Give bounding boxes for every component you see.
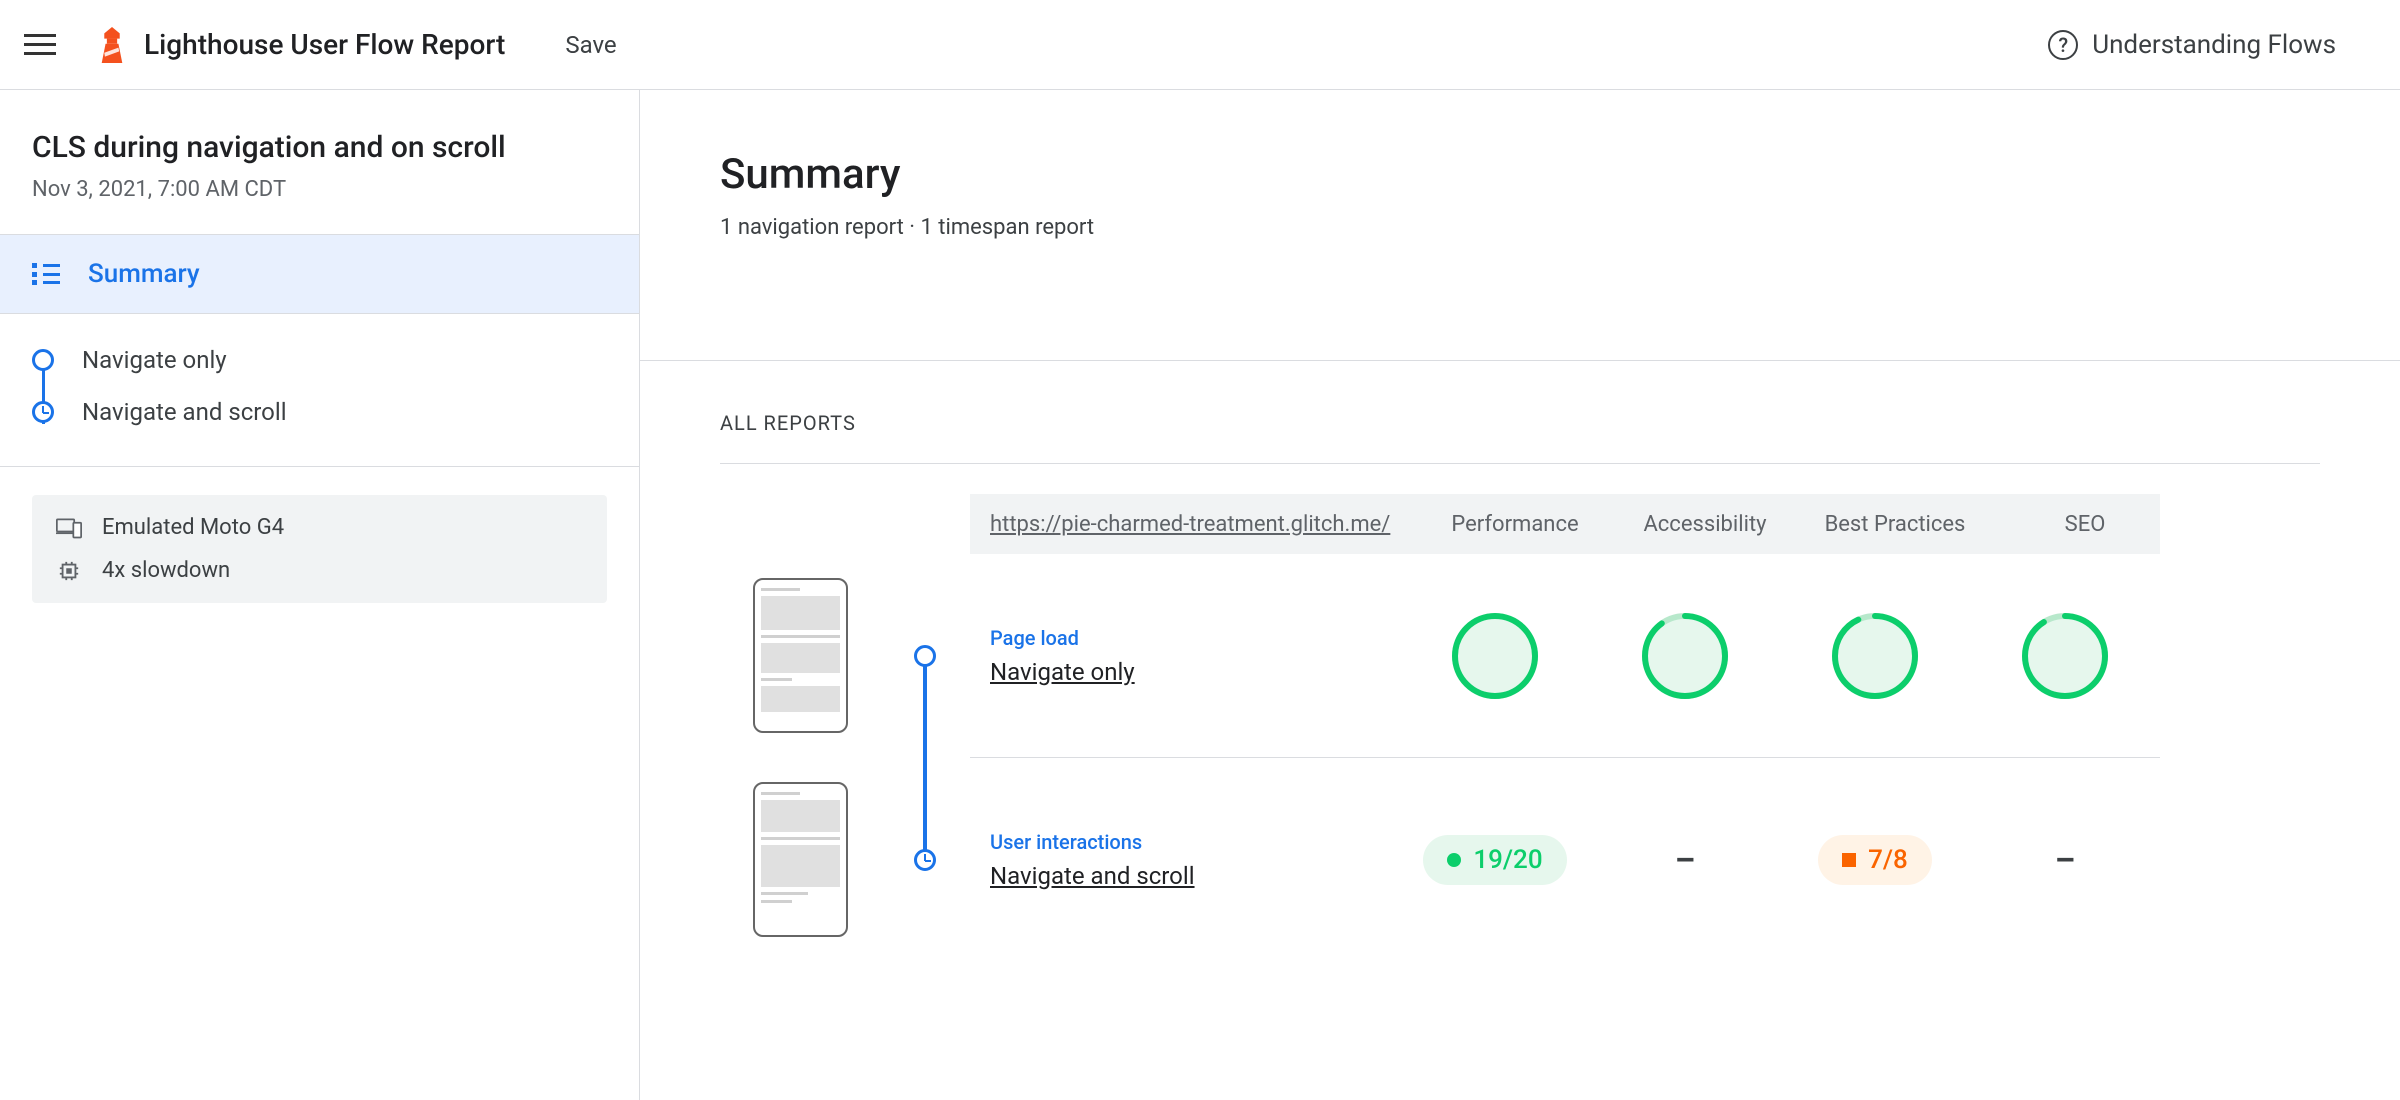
device-icon (56, 517, 82, 539)
sidebar-item-summary[interactable]: Summary (0, 235, 639, 314)
score-accessibility: – (1590, 817, 1780, 903)
topbar: Lighthouse User Flow Report Save ? Under… (0, 0, 2400, 90)
timespan-step-icon (32, 401, 54, 423)
step-type-label: User interactions (990, 830, 1400, 854)
report-url-link[interactable]: https://pie-charmed-treatment.glitch.me/ (990, 512, 1420, 537)
all-reports-heading: ALL REPORTS (720, 411, 2320, 435)
gauge-seo[interactable]: 91 (1970, 587, 2160, 725)
col-performance: Performance (1420, 512, 1610, 537)
page-subtitle: 1 navigation report · 1 timespan report (720, 215, 2320, 240)
sidebar-step-navigate-only[interactable]: Navigate only (32, 334, 639, 386)
page-title: Summary (720, 150, 2320, 199)
app-title: Lighthouse User Flow Report (144, 28, 505, 61)
step-name-link[interactable]: Navigate and scroll (990, 862, 1400, 890)
fraction-best-practices[interactable]: 7/8 (1780, 811, 1970, 909)
sidebar-header: CLS during navigation and on scroll Nov … (0, 90, 639, 235)
screenshot-thumbnail (753, 782, 848, 937)
step-type-label: Page load (990, 626, 1400, 650)
sidebar-step-navigate-and-scroll[interactable]: Navigate and scroll (32, 386, 639, 438)
step-label: Navigate only (82, 346, 227, 374)
navigation-step-icon (32, 349, 54, 371)
lighthouse-logo-icon (96, 27, 128, 63)
summary-list-icon (32, 263, 60, 285)
col-best-practices: Best Practices (1800, 512, 1990, 537)
col-accessibility: Accessibility (1610, 512, 1800, 537)
help-label: Understanding Flows (2092, 30, 2336, 60)
score-seo: – (1970, 817, 2160, 903)
gauge-best-practices[interactable]: 93 (1780, 587, 1970, 725)
flow-date: Nov 3, 2021, 7:00 AM CDT (32, 177, 607, 202)
navigation-step-icon (914, 645, 936, 667)
screenshot-thumbnail (753, 578, 848, 733)
reports-table: https://pie-charmed-treatment.glitch.me/… (720, 494, 2320, 961)
cpu-setting: 4x slowdown (56, 558, 583, 583)
sidebar: CLS during navigation and on scroll Nov … (0, 90, 640, 1100)
sidebar-steps: Navigate only Navigate and scroll (0, 314, 639, 467)
menu-icon[interactable] (24, 29, 56, 61)
gauge-performance[interactable]: 100 (1400, 587, 1590, 725)
help-icon: ? (2048, 30, 2078, 60)
device-label: Emulated Moto G4 (102, 515, 284, 540)
main-content: Summary 1 navigation report · 1 timespan… (640, 90, 2400, 1100)
step-label: Navigate and scroll (82, 398, 287, 426)
cpu-icon (56, 560, 82, 582)
cpu-label: 4x slowdown (102, 558, 230, 583)
timespan-step-icon (914, 849, 936, 871)
flow-title: CLS during navigation and on scroll (32, 130, 607, 165)
summary-label: Summary (88, 259, 200, 289)
device-setting: Emulated Moto G4 (56, 515, 583, 540)
table-header-row: https://pie-charmed-treatment.glitch.me/… (970, 494, 2160, 554)
step-name-link[interactable]: Navigate only (990, 658, 1400, 686)
gauge-accessibility[interactable]: 90 (1590, 587, 1780, 725)
fraction-performance[interactable]: 19/20 (1400, 811, 1590, 909)
sidebar-settings: Emulated Moto G4 4x slowdown (32, 495, 607, 603)
col-seo: SEO (1990, 512, 2180, 537)
understanding-flows-link[interactable]: ? Understanding Flows (2048, 30, 2336, 60)
save-button[interactable]: Save (565, 31, 616, 59)
